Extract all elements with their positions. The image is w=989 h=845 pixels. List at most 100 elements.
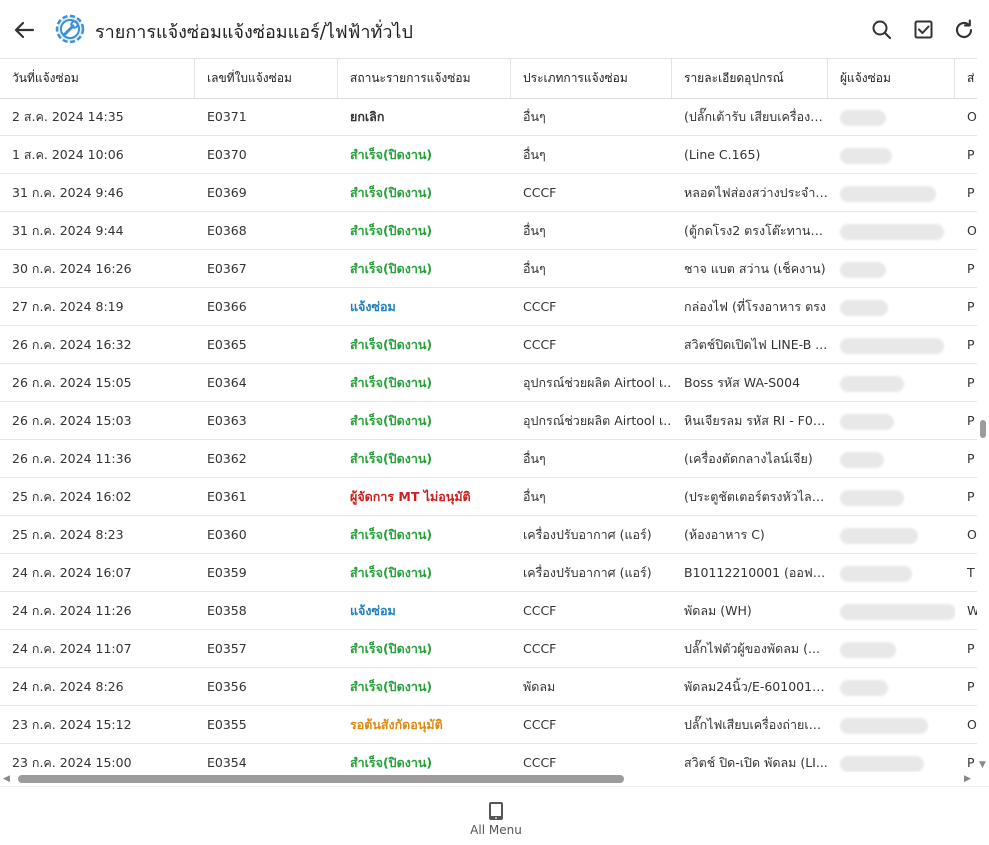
cell-detail: (ปลั๊กเต้ารับ เสียบเครื่องใช้ไฟฟ้า: [684, 109, 828, 124]
redacted-name: [840, 185, 936, 202]
table-row[interactable]: 24 ก.ค. 2024 11:26 E0358 แจ้งซ่อม CCCF พัดลม…: [0, 592, 977, 630]
table-row[interactable]: 31 ก.ค. 2024 9:46 E0369 สำเร็จ(ปิดงาน) CCCF…: [0, 174, 977, 212]
refresh-button[interactable]: [951, 17, 977, 43]
cell-detail: ชาจ แบต สว่าน (เช็คงาน): [684, 261, 826, 276]
table-row[interactable]: 24 ก.ค. 2024 11:07 E0357 สำเร็จ(ปิดงาน) CCC…: [0, 630, 977, 668]
bottom-bar: All Menu: [0, 786, 989, 845]
refresh-icon: [955, 19, 973, 39]
table-row[interactable]: 23 ก.ค. 2024 15:00 E0354 สำเร็จ(ปิดงาน) CCC…: [0, 744, 977, 772]
tablet-icon: [489, 802, 503, 820]
cell-reporter: [828, 98, 955, 135]
column-header-doc-no[interactable]: เลขที่ใบแจ้งซ่อม: [195, 59, 338, 98]
cell-date: 24 ก.ค. 2024 11:26: [12, 603, 132, 618]
scroll-left-icon[interactable]: ◀: [3, 772, 10, 786]
cell-detail: ปลั๊กไฟตัวผู้ของพัดลม (...: [684, 641, 820, 656]
cell-status: ผู้จัดการ MT ไม่อนุมัติ: [350, 489, 471, 504]
table-row[interactable]: 31 ก.ค. 2024 9:44 E0368 สำเร็จ(ปิดงาน) อื่น…: [0, 212, 977, 250]
cell-status: สำเร็จ(ปิดงาน): [350, 185, 433, 200]
column-header-extra[interactable]: ส่: [955, 59, 977, 98]
cell-doc-no: E0355: [207, 717, 247, 732]
cell-date: 30 ก.ค. 2024 16:26: [12, 261, 132, 276]
cell-extra: O: [967, 527, 977, 542]
cell-detail: (เครื่องตัดกลางไลน์เจีย): [684, 451, 813, 466]
vertical-scrollbar-thumb[interactable]: [980, 420, 986, 438]
cell-doc-no: E0357: [207, 641, 247, 656]
cell-doc-no: E0362: [207, 451, 247, 466]
table-row[interactable]: 26 ก.ค. 2024 15:05 E0364 สำเร็จ(ปิดงาน) อุป…: [0, 364, 977, 402]
cell-reporter: [828, 440, 955, 477]
cell-type: CCCF: [523, 717, 557, 732]
gear-wrench-icon: [52, 11, 88, 47]
scroll-right-icon[interactable]: ▶: [964, 772, 971, 786]
cell-doc-no: E0371: [207, 109, 247, 124]
redacted-name: [840, 603, 955, 620]
table-row[interactable]: 25 ก.ค. 2024 8:23 E0360 สำเร็จ(ปิดงาน) เครื…: [0, 516, 977, 554]
cell-reporter: [828, 212, 955, 249]
cell-extra: W: [967, 603, 977, 618]
cell-date: 27 ก.ค. 2024 8:19: [12, 299, 124, 314]
cell-extra: T: [967, 565, 975, 580]
cell-reporter: [828, 288, 955, 325]
back-button[interactable]: [11, 16, 39, 44]
table-row[interactable]: 30 ก.ค. 2024 16:26 E0367 สำเร็จ(ปิดงาน) อื่…: [0, 250, 977, 288]
search-button[interactable]: [869, 17, 895, 43]
redacted-name: [840, 299, 888, 316]
table-row[interactable]: 26 ก.ค. 2024 15:03 E0363 สำเร็จ(ปิดงาน) อุป…: [0, 402, 977, 440]
cell-status: สำเร็จ(ปิดงาน): [350, 755, 433, 770]
cell-doc-no: E0363: [207, 413, 247, 428]
table-row[interactable]: 26 ก.ค. 2024 16:32 E0365 สำเร็จ(ปิดงาน) CCC…: [0, 326, 977, 364]
table-row[interactable]: 1 ส.ค. 2024 10:06 E0370 สำเร็จ(ปิดงาน) อื่น…: [0, 136, 977, 174]
vertical-scrollbar[interactable]: ▼: [977, 58, 989, 772]
select-button[interactable]: [911, 17, 937, 43]
cell-doc-no: E0364: [207, 375, 247, 390]
redacted-name: [840, 451, 884, 468]
redacted-name: [840, 527, 918, 544]
cell-status: ยกเลิก: [350, 109, 385, 124]
cell-extra: P: [967, 755, 975, 770]
table-row[interactable]: 24 ก.ค. 2024 8:26 E0356 สำเร็จ(ปิดงาน) พัดล…: [0, 668, 977, 706]
table-row[interactable]: 23 ก.ค. 2024 15:12 E0355 รอต้นสังกัดอนุมัต…: [0, 706, 977, 744]
cell-type: อื่นๆ: [523, 489, 546, 504]
table-row[interactable]: 24 ก.ค. 2024 16:07 E0359 สำเร็จ(ปิดงาน) เคร…: [0, 554, 977, 592]
table-row[interactable]: 26 ก.ค. 2024 11:36 E0362 สำเร็จ(ปิดงาน) อื่…: [0, 440, 977, 478]
cell-date: 24 ก.ค. 2024 11:07: [12, 641, 132, 656]
cell-date: 31 ก.ค. 2024 9:46: [12, 185, 124, 200]
table-row[interactable]: 25 ก.ค. 2024 16:02 E0361 ผู้จัดการ MT ไม่อ…: [0, 478, 977, 516]
cell-type: อื่นๆ: [523, 223, 546, 238]
scroll-down-icon[interactable]: ▼: [979, 758, 986, 772]
column-header-reporter[interactable]: ผู้แจ้งซ่อม: [828, 59, 955, 98]
cell-extra: P: [967, 337, 975, 352]
cell-type: อุปกรณ์ช่วยผลิต Airtool เ...: [523, 413, 672, 428]
cell-status: รอต้นสังกัดอนุมัติ: [350, 717, 443, 732]
cell-date: 26 ก.ค. 2024 15:05: [12, 375, 132, 390]
all-menu-button[interactable]: All Menu: [460, 797, 532, 841]
redacted-name: [840, 147, 892, 164]
table-row[interactable]: 2 ส.ค. 2024 14:35 E0371 ยกเลิก อื่นๆ (ปลั๊กเ…: [0, 98, 977, 136]
column-header-detail[interactable]: รายละเอียดอุปกรณ์: [672, 59, 828, 98]
redacted-name: [840, 223, 944, 240]
cell-doc-no: E0370: [207, 147, 247, 162]
cell-extra: P: [967, 261, 975, 276]
cell-detail: หินเจียรลม รหัส RI - F007: [684, 413, 828, 428]
horizontal-scrollbar[interactable]: ◀ ▶: [0, 772, 977, 786]
cell-doc-no: E0354: [207, 755, 247, 770]
cell-status: แจ้งซ่อม: [350, 299, 396, 314]
cell-detail: (ตู้กดโรง2 ตรงโต๊ะทานข้าว: [684, 223, 828, 238]
cell-type: CCCF: [523, 337, 557, 352]
cell-date: 25 ก.ค. 2024 16:02: [12, 489, 132, 504]
column-header-status[interactable]: สถานะรายการแจ้งซ่อม: [338, 59, 511, 98]
table-header: วันที่แจ้งซ่อม เลขที่ใบแจ้งซ่อม สถานะราย…: [0, 58, 977, 99]
column-header-date[interactable]: วันที่แจ้งซ่อม: [0, 59, 195, 98]
cell-type: CCCF: [523, 185, 557, 200]
cell-reporter: [828, 554, 955, 591]
cell-reporter: [828, 630, 955, 667]
horizontal-scrollbar-thumb[interactable]: [18, 775, 624, 783]
table-row[interactable]: 27 ก.ค. 2024 8:19 E0366 แจ้งซ่อม CCCF กล่องไ…: [0, 288, 977, 326]
redacted-name: [840, 375, 904, 392]
cell-status: สำเร็จ(ปิดงาน): [350, 527, 433, 542]
cell-detail: สวิตช์ ปิด-เปิด พัดลม (LI...: [684, 755, 828, 770]
column-header-type[interactable]: ประเภทการแจ้งซ่อม: [511, 59, 672, 98]
cell-status: สำเร็จ(ปิดงาน): [350, 679, 433, 694]
cell-reporter: [828, 478, 955, 515]
cell-detail: กล่องไฟ (ที่โรงอาหาร ตรง: [684, 299, 827, 314]
